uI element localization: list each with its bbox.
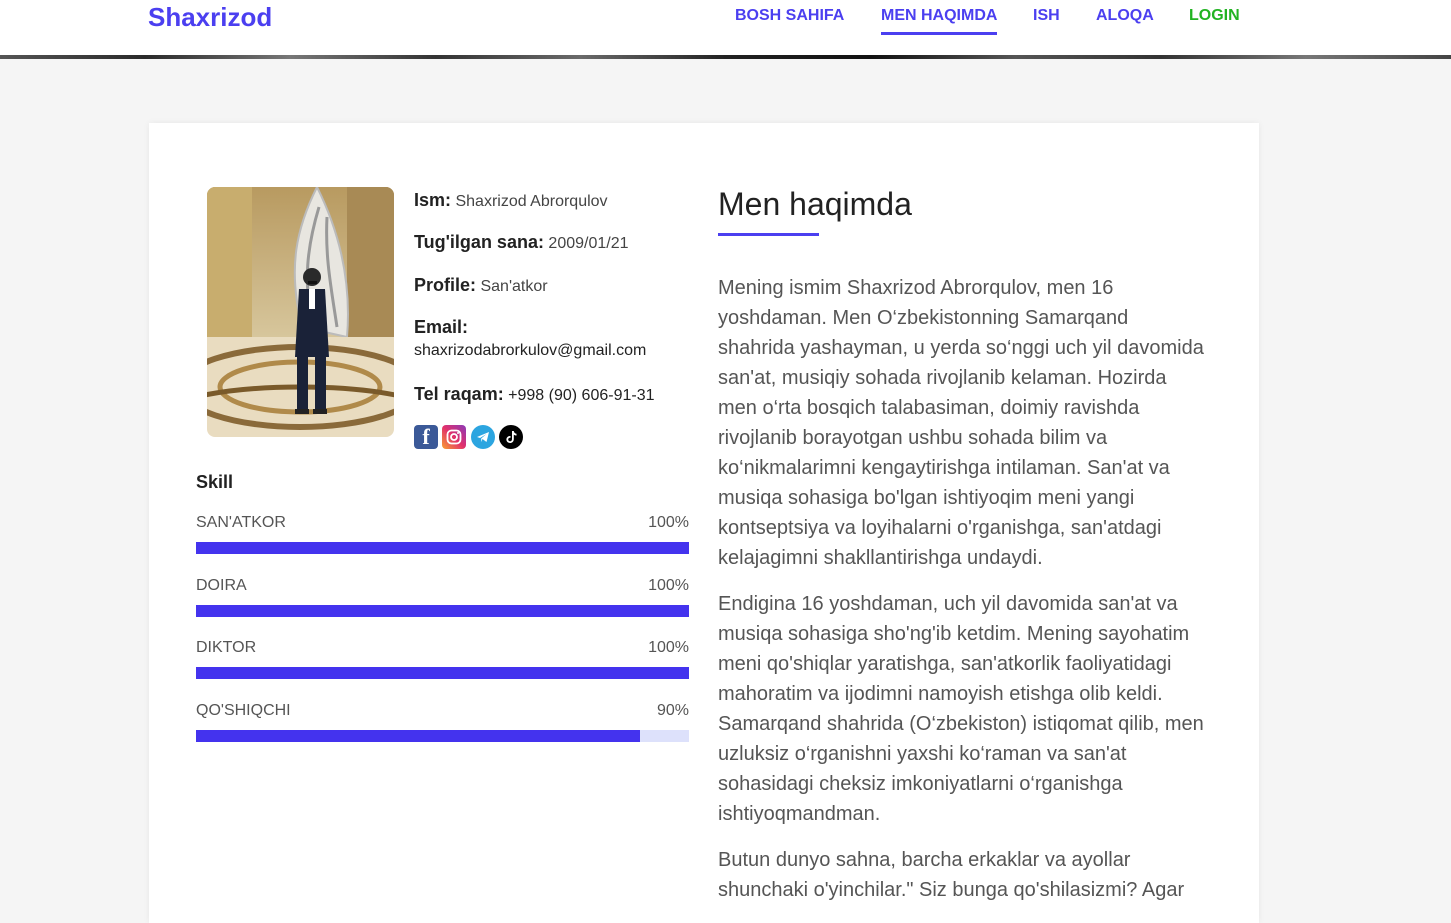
skill-percent: 90% (656, 702, 689, 719)
skill-progress-fill (196, 542, 689, 554)
instagram-icon[interactable] (442, 425, 466, 449)
skill-percent: 100% (648, 514, 689, 531)
phone-label: Tel raqam: (414, 384, 504, 404)
profile-value: San'atkor (480, 278, 548, 295)
about-card: Ism: Shaxrizod Abrorqulov Tug'ilgan sana… (149, 123, 1259, 923)
header-banner-strip (0, 55, 1451, 59)
email-value[interactable]: shaxrizodabrorkulov@gmail.com (414, 342, 646, 360)
skill-progress-bar (196, 667, 689, 679)
profile-label: Profile: (414, 275, 477, 295)
skill-progress-bar (196, 605, 689, 617)
brand-logo-link[interactable]: Shaxrizod (148, 2, 272, 33)
info-birthdate: Tug'ilgan sana: 2009/01/21 (414, 232, 629, 253)
skill-percent: 100% (648, 577, 689, 594)
name-value: Shaxrizod Abrorqulov (455, 193, 608, 210)
about-paragraph-1: Mening ismim Shaxrizod Abrorqulov, men 1… (718, 277, 1204, 569)
profile-photo-image (207, 187, 394, 437)
tiktok-icon[interactable] (499, 425, 523, 449)
nav-link-contact[interactable]: ALOQA (1096, 7, 1154, 25)
info-name: Ism: Shaxrizod Abrorqulov (414, 190, 608, 211)
about-paragraph-3: Butun dunyo sahna, barcha erkaklar va ay… (718, 849, 1185, 901)
birthdate-label: Tug'ilgan sana: (414, 232, 544, 252)
email-label: Email: (414, 317, 469, 337)
skill-name: SAN'ATKOR (196, 514, 286, 531)
info-email: Email: shaxrizodabrorkulov@gmail.com (414, 317, 646, 360)
top-navbar: Shaxrizod BOSH SAHIFA MEN HAQIMDA ISH AL… (0, 0, 1451, 55)
skill-progress-bar (196, 730, 689, 742)
skill-name: DIKTOR (196, 639, 257, 656)
about-title: Men haqimda (718, 186, 912, 222)
info-phone: Tel raqam: +998 (90) 606-91-31 (414, 384, 654, 405)
nav-link-home[interactable]: BOSH SAHIFA (735, 7, 844, 25)
nav-link-work[interactable]: ISH (1033, 7, 1060, 25)
facebook-icon[interactable]: f (414, 424, 438, 449)
skill-progress-fill (196, 730, 640, 742)
telegram-icon[interactable] (471, 425, 495, 449)
nav-link-about[interactable]: MEN HAQIMDA (881, 7, 998, 35)
phone-value[interactable]: +998 (90) 606-91-31 (508, 387, 654, 404)
skill-progress-fill (196, 667, 689, 679)
skill-progress-fill (196, 605, 689, 617)
skill-progress-bar (196, 542, 689, 554)
nav-link-login[interactable]: LOGIN (1189, 7, 1240, 25)
info-profile: Profile: San'atkor (414, 275, 548, 296)
name-label: Ism: (414, 190, 452, 210)
skills-title: Skill (196, 472, 234, 492)
birthdate-value: 2009/01/21 (548, 235, 629, 252)
profile-photo (207, 187, 394, 437)
about-paragraph-2: Endigina 16 yoshdaman, uch yil davomida … (718, 593, 1204, 825)
skill-name: DOIRA (196, 577, 247, 594)
skill-name: QO'SHIQCHI (196, 702, 291, 719)
skill-percent: 100% (648, 639, 689, 656)
about-title-underline (718, 233, 819, 236)
